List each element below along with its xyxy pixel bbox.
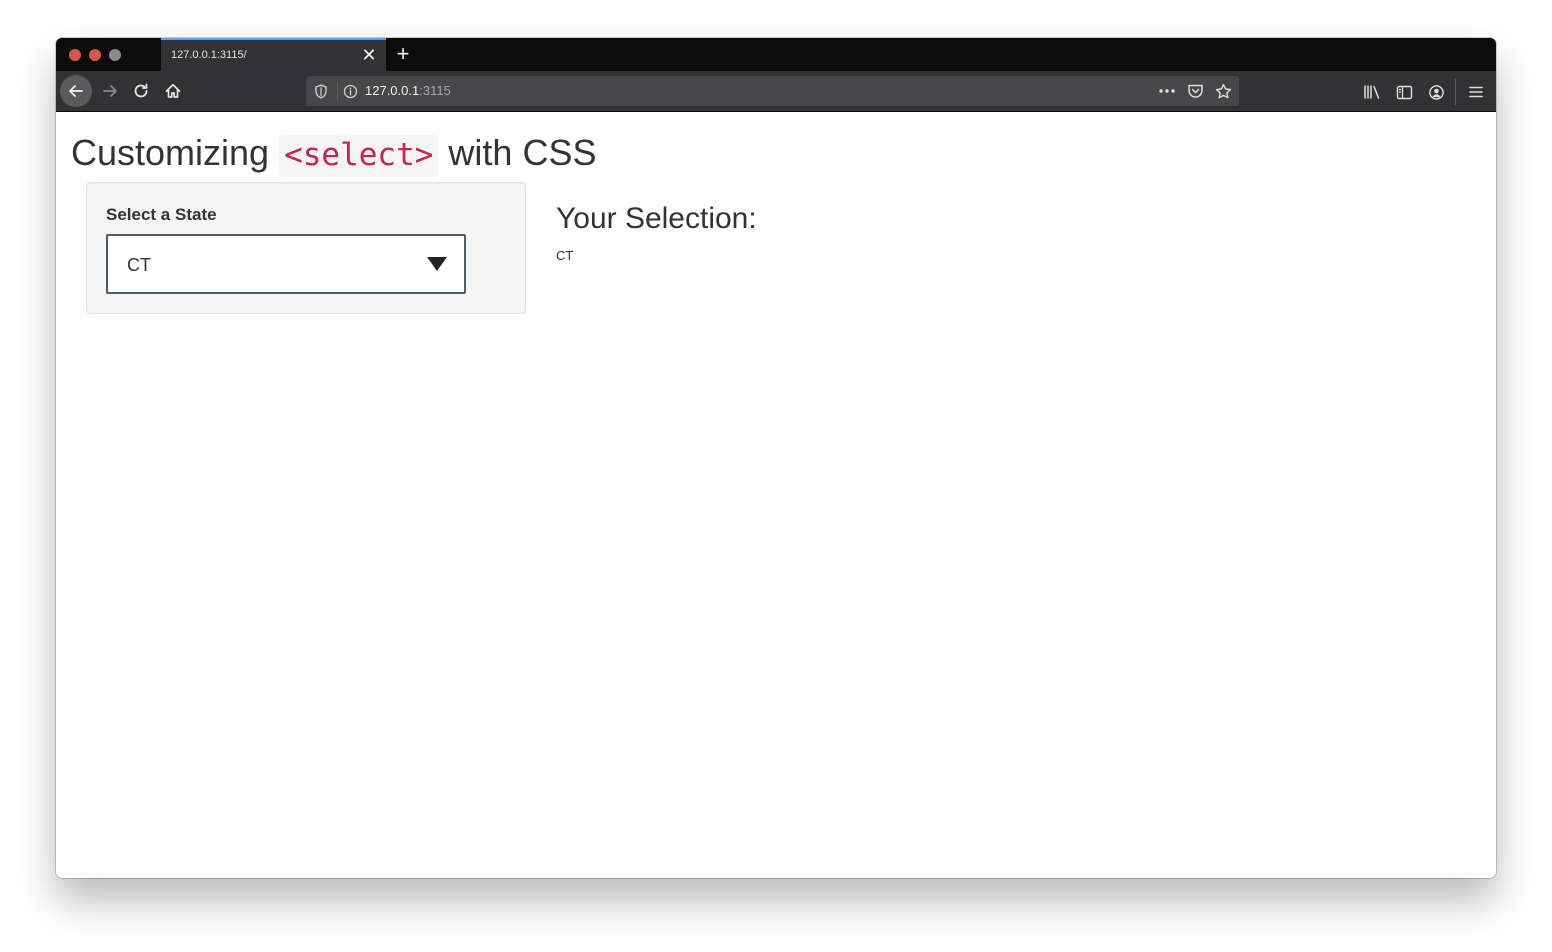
library-icon[interactable] bbox=[1362, 82, 1382, 102]
hamburger-menu-icon[interactable] bbox=[1466, 82, 1486, 102]
window-zoom-button[interactable] bbox=[109, 49, 121, 61]
page-title: Customizing <select> with CSS bbox=[71, 132, 597, 177]
arrow-left-icon[interactable] bbox=[60, 75, 92, 107]
info-icon[interactable] bbox=[342, 83, 358, 99]
pocket-icon[interactable] bbox=[1185, 82, 1205, 100]
state-select-value: CT bbox=[127, 255, 151, 275]
selection-value: CT bbox=[556, 248, 574, 263]
tab-title: 127.0.0.1:3115/ bbox=[171, 49, 247, 61]
url-divider bbox=[337, 82, 338, 100]
tab-bar: 127.0.0.1:3115/ ✕ + bbox=[56, 38, 1496, 71]
arrow-right-icon[interactable] bbox=[94, 75, 126, 107]
close-icon[interactable]: ✕ bbox=[360, 45, 378, 65]
page-title-code: <select> bbox=[279, 135, 439, 177]
url-port: :3115 bbox=[419, 83, 451, 98]
state-select[interactable]: CT bbox=[106, 234, 466, 294]
plus-icon[interactable]: + bbox=[392, 41, 414, 67]
account-icon[interactable] bbox=[1426, 82, 1446, 102]
url-text[interactable]: 127.0.0.1:3115 bbox=[365, 83, 451, 98]
url-host: 127.0.0.1 bbox=[365, 83, 420, 98]
nav-bar: 127.0.0.1:3115 bbox=[56, 71, 1496, 112]
window-minimize-button[interactable] bbox=[89, 49, 101, 61]
home-icon[interactable] bbox=[157, 75, 189, 107]
more-icon[interactable] bbox=[1157, 82, 1177, 100]
page-title-suffix: with CSS bbox=[448, 132, 597, 173]
reload-icon[interactable] bbox=[125, 75, 157, 107]
toolbar-divider bbox=[1455, 79, 1456, 105]
page-content: Customizing <select> with CSS Select a S… bbox=[56, 112, 1496, 878]
state-select-label: Select a State bbox=[106, 205, 217, 224]
window-close-button[interactable] bbox=[69, 49, 81, 61]
browser-tab[interactable]: 127.0.0.1:3115/ ✕ bbox=[161, 38, 386, 71]
url-bar[interactable]: 127.0.0.1:3115 bbox=[306, 76, 1239, 106]
browser-window: 127.0.0.1:3115/ ✕ + 127.0.0.1:3115 Custo… bbox=[56, 38, 1496, 878]
shield-icon[interactable] bbox=[313, 83, 329, 99]
triangle-down-icon[interactable] bbox=[427, 257, 447, 271]
star-icon[interactable] bbox=[1213, 82, 1233, 100]
sidebar-panel: Select a State CT bbox=[86, 182, 526, 314]
sidebar-icon[interactable] bbox=[1394, 82, 1414, 102]
selection-heading: Your Selection: bbox=[556, 202, 757, 235]
page-title-prefix: Customizing bbox=[71, 132, 270, 173]
